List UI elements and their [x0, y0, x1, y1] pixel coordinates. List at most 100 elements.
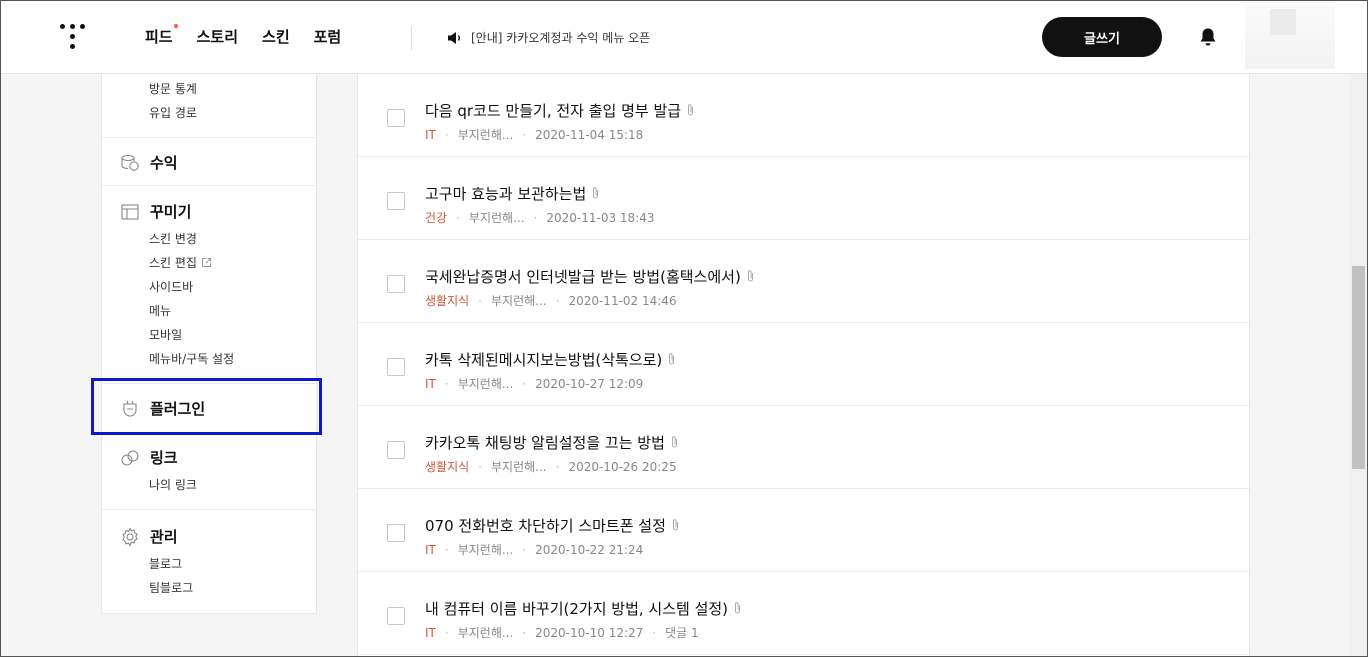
post-category[interactable]: 생활지식: [425, 294, 469, 308]
sidebar-item-mobile[interactable]: 모바일: [149, 326, 182, 343]
profile-avatar[interactable]: [1245, 5, 1335, 69]
post-meta: 건강 · 부지런해... · 2020-11-03 18:43: [425, 209, 655, 226]
post-category[interactable]: 건강: [425, 211, 447, 225]
write-button[interactable]: 글쓰기: [1042, 17, 1162, 57]
admin-sidebar: 방문 통계 유입 경로 수익 꾸미기 스킨 변경 스킨 편집 사이드바 메뉴 모…: [101, 74, 317, 614]
sidebar-item-skin-edit[interactable]: 스킨 편집: [149, 254, 212, 271]
sidebar-group-revenue[interactable]: 수익: [120, 152, 178, 173]
post-category[interactable]: IT: [425, 128, 436, 142]
attachment-icon: [671, 436, 677, 448]
post-meta: IT · 부지런해... · 2020-10-27 12:09: [425, 375, 643, 392]
coins-icon: [121, 154, 139, 171]
meta-separator: ·: [522, 377, 527, 391]
sidebar-group-link-label: 링크: [150, 449, 178, 467]
tistory-logo-icon[interactable]: [60, 24, 88, 50]
post-title-link[interactable]: 내 컴퓨터 이름 바꾸기(2가지 방법, 시스템 설정): [425, 598, 742, 619]
post-checkbox[interactable]: [387, 358, 405, 376]
nav-story[interactable]: 스토리: [197, 26, 238, 47]
sidebar-group-decorate-label: 꾸미기: [150, 203, 192, 221]
table-row: 고구마 효능과 보관하는법 건강 · 부지런해... · 2020-11-03 18:43: [358, 157, 1249, 240]
sidebar-divider: [102, 509, 316, 510]
layout-icon: [121, 203, 139, 220]
meta-separator: ·: [652, 626, 657, 640]
post-checkbox[interactable]: [387, 441, 405, 459]
post-title: 내 컴퓨터 이름 바꾸기(2가지 방법, 시스템 설정): [425, 600, 729, 618]
post-checkbox[interactable]: [387, 524, 405, 542]
sidebar-item-skin-change[interactable]: 스킨 변경: [149, 230, 197, 247]
post-title: 고구마 효능과 보관하는법: [425, 185, 587, 203]
plugin-highlight-box: [91, 378, 322, 435]
nav-skin[interactable]: 스킨: [262, 26, 290, 47]
post-meta: 생활지식 · 부지런해... · 2020-11-02 14:46: [425, 292, 677, 309]
sidebar-group-manage[interactable]: 관리: [120, 526, 178, 547]
post-title: 카카오톡 채팅방 알림설정을 끄는 방법: [425, 434, 665, 452]
sidebar-group-manage-label: 관리: [150, 528, 178, 546]
table-row: 카카오톡 채팅방 알림설정을 끄는 방법 생활지식 · 부지런해... · 2020-10…: [358, 406, 1249, 489]
gear-icon: [122, 526, 138, 547]
meta-separator: ·: [444, 377, 449, 391]
sidebar-item-sidebar[interactable]: 사이드바: [149, 278, 193, 295]
table-row: 국세완납증명서 인터넷발급 받는 방법(홈택스에서) 생활지식 · 부지런해... · 2…: [358, 240, 1249, 323]
post-title-link[interactable]: 국세완납증명서 인터넷발급 받는 방법(홈택스에서): [425, 266, 755, 287]
meta-separator: ·: [522, 128, 527, 142]
attachment-icon: [735, 602, 741, 614]
post-title-link[interactable]: 다음 qr코드 만들기, 전자 출입 명부 발급: [425, 100, 695, 121]
meta-separator: ·: [444, 128, 449, 142]
notice-text: [안내] 카카오계정과 수익 메뉴 오픈: [471, 31, 651, 45]
meta-separator: ·: [522, 626, 527, 640]
post-checkbox[interactable]: [387, 109, 405, 127]
table-row: 다음 qr코드 만들기, 전자 출입 명부 발급 IT · 부지런해... · 2020-…: [358, 74, 1249, 157]
post-author: 부지런해...: [457, 543, 514, 557]
top-header: 피드 스토리 스킨 포럼 [안내] 카카오계정과 수익 메뉴 오픈 글쓰기: [0, 0, 1368, 74]
meta-separator: ·: [522, 543, 527, 557]
meta-separator: ·: [478, 294, 482, 308]
attachment-icon: [672, 519, 678, 531]
post-date: 2020-11-04 15:18: [535, 128, 644, 142]
post-date: 2020-10-22 21:24: [535, 543, 644, 557]
post-category[interactable]: 생활지식: [425, 460, 469, 474]
post-author: 부지런해...: [457, 128, 514, 142]
table-row: 내 컴퓨터 이름 바꾸기(2가지 방법, 시스템 설정) IT · 부지런해... · 2…: [358, 572, 1249, 655]
meta-separator: ·: [444, 626, 449, 640]
nav-feed[interactable]: 피드: [145, 24, 178, 47]
post-title-link[interactable]: 카톡 삭제된메시지보는방법(삭톡으로): [425, 349, 676, 370]
sidebar-group-link[interactable]: 링크: [120, 447, 178, 468]
bell-icon[interactable]: [1199, 27, 1217, 47]
post-title-link[interactable]: 고구마 효능과 보관하는법: [425, 183, 600, 204]
post-meta: IT · 부지런해... · 2020-10-22 21:24: [425, 541, 643, 558]
meta-separator: ·: [456, 211, 460, 225]
skin-edit-label: 스킨 편집: [149, 256, 197, 270]
new-badge-icon: [173, 24, 178, 28]
post-comments[interactable]: 댓글 1: [665, 626, 699, 640]
post-checkbox[interactable]: [387, 275, 405, 293]
post-meta: IT · 부지런해... · 2020-10-10 12:27 · 댓글 1: [425, 624, 699, 641]
notice-link[interactable]: [안내] 카카오계정과 수익 메뉴 오픈: [447, 29, 650, 46]
post-checkbox[interactable]: [387, 192, 405, 210]
table-row: 카톡 삭제된메시지보는방법(삭톡으로) IT · 부지런해... · 2020-10-27…: [358, 323, 1249, 406]
post-category[interactable]: IT: [425, 543, 436, 557]
post-date: 2020-11-02 14:46: [568, 294, 677, 308]
post-checkbox[interactable]: [387, 607, 405, 625]
table-row: 070 전화번호 차단하기 스마트폰 설정 IT · 부지런해... · 2020-10-…: [358, 489, 1249, 572]
sidebar-item-my-link[interactable]: 나의 링크: [149, 476, 197, 493]
sidebar-item-menubar[interactable]: 메뉴바/구독 설정: [149, 350, 234, 367]
nav-forum[interactable]: 포럼: [314, 26, 342, 47]
header-divider: [411, 26, 412, 50]
sidebar-item-inflow[interactable]: 유입 경로: [149, 104, 197, 121]
post-list: 다음 qr코드 만들기, 전자 출입 명부 발급 IT · 부지런해... · 2020-…: [357, 74, 1250, 657]
post-title-link[interactable]: 카카오톡 채팅방 알림설정을 끄는 방법: [425, 432, 679, 453]
sidebar-group-revenue-label: 수익: [150, 154, 178, 172]
sidebar-group-decorate[interactable]: 꾸미기: [120, 201, 191, 222]
avatar-image: [1270, 9, 1296, 35]
post-title-link[interactable]: 070 전화번호 차단하기 스마트폰 설정: [425, 515, 680, 536]
sidebar-item-team-blog[interactable]: 팀블로그: [149, 579, 193, 596]
meta-separator: ·: [478, 460, 482, 474]
sidebar-item-blog[interactable]: 블로그: [149, 555, 182, 572]
sidebar-divider: [102, 185, 316, 186]
post-category[interactable]: IT: [425, 377, 436, 391]
main-nav: 피드 스토리 스킨 포럼: [145, 24, 365, 47]
scrollbar-thumb[interactable]: [1352, 266, 1365, 469]
post-category[interactable]: IT: [425, 626, 436, 640]
sidebar-item-visit-stats[interactable]: 방문 통계: [149, 80, 197, 97]
sidebar-item-menu[interactable]: 메뉴: [149, 302, 171, 319]
